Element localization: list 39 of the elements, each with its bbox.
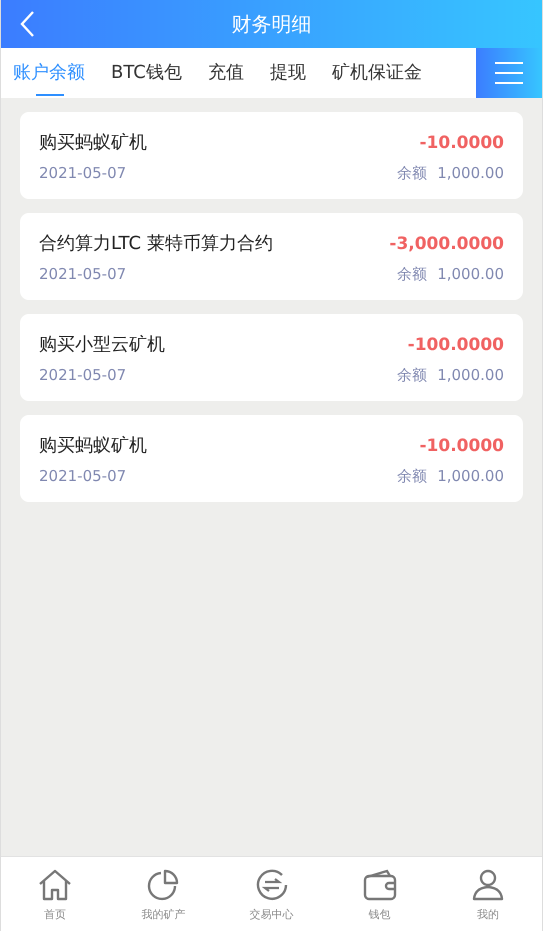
record-date: 2021-05-07	[39, 164, 126, 182]
menu-icon	[495, 61, 523, 85]
record-title: 购买小型云矿机	[39, 333, 165, 356]
tab[interactable]: BTC钱包	[99, 48, 194, 98]
exchange-icon	[254, 869, 288, 901]
tab[interactable]: 提现	[258, 48, 318, 98]
nav-item[interactable]: 我的矿产	[109, 857, 218, 931]
user-icon	[470, 869, 505, 901]
balance-value: 1,000.00	[437, 164, 504, 183]
amount: -10.0000	[420, 133, 504, 153]
tab[interactable]: 矿机保证金	[320, 48, 434, 98]
record-title: 购买蚂蚁矿机	[39, 131, 147, 154]
nav-item[interactable]: 钱包	[326, 857, 434, 931]
balance-label: 余额	[397, 467, 428, 486]
wallet-icon	[362, 869, 397, 901]
balance-value: 1,000.00	[437, 265, 504, 284]
record-title: 合约算力LTC 莱特币算力合约	[39, 232, 273, 255]
record-date: 2021-05-07	[39, 467, 126, 485]
amount: -3,000.0000	[389, 234, 504, 254]
amount: -100.0000	[408, 335, 504, 355]
balance-label: 余额	[397, 265, 428, 284]
amount: -10.0000	[420, 436, 504, 456]
balance-label: 余额	[397, 164, 428, 183]
back-button[interactable]	[19, 10, 35, 38]
nav-item[interactable]: 首页	[1, 857, 110, 931]
balance-label: 余额	[397, 366, 428, 385]
tab[interactable]: 充值	[196, 48, 256, 98]
record-date: 2021-05-07	[39, 265, 126, 283]
home-icon	[38, 869, 72, 901]
record-date: 2021-05-07	[39, 366, 126, 384]
balance-value: 1,000.00	[437, 467, 504, 486]
menu-button[interactable]	[476, 48, 542, 98]
back-icon	[19, 10, 35, 38]
record-title: 购买蚂蚁矿机	[39, 434, 147, 457]
nav-item[interactable]: 我的	[434, 857, 542, 931]
nav-item[interactable]: 交易中心	[217, 857, 326, 931]
balance-value: 1,000.00	[437, 366, 504, 385]
pie-chart-icon	[146, 869, 180, 901]
page-title: 财务明细	[232, 10, 312, 38]
